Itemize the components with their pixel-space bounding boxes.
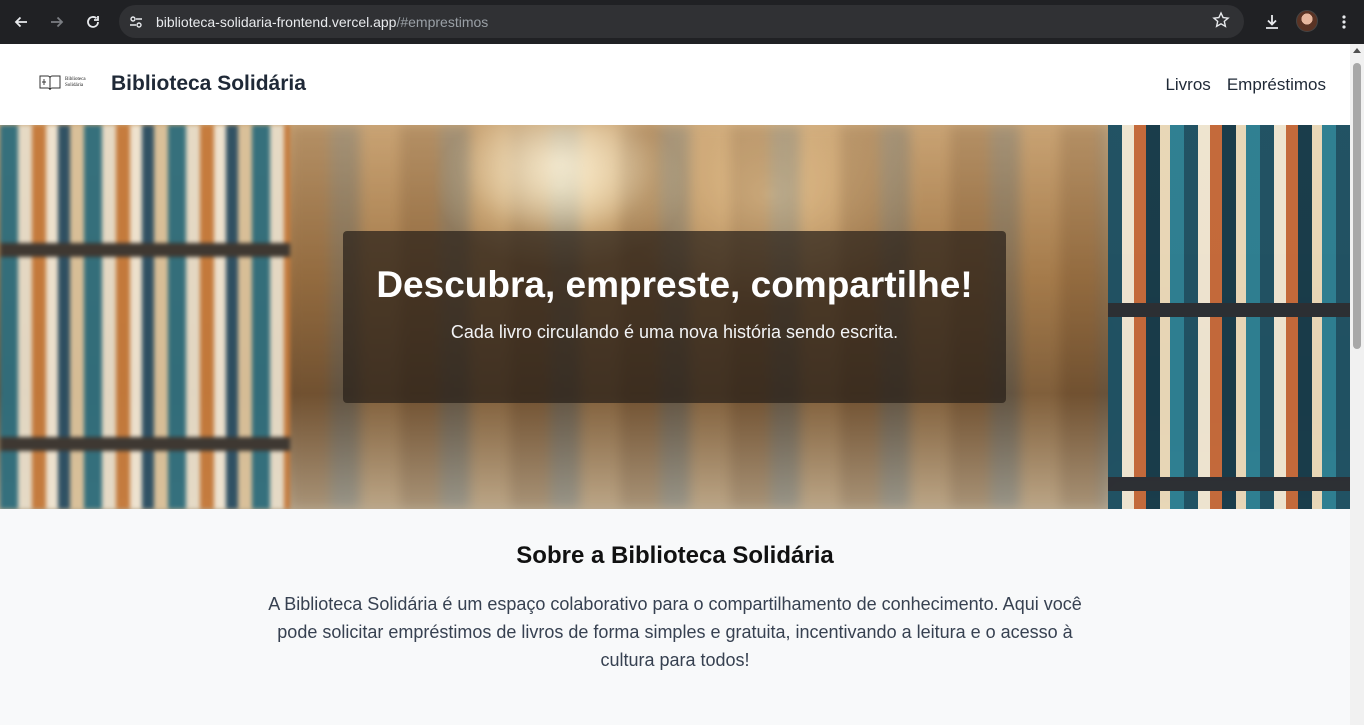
bookshelf-right-image <box>1108 125 1350 509</box>
about-text: A Biblioteca Solidária é um espaço colab… <box>268 594 1082 670</box>
main-nav: Livros Empréstimos <box>1165 75 1326 95</box>
scroll-up-arrow-icon[interactable] <box>1353 48 1361 53</box>
logo-text-line2: Solidária <box>65 83 84 88</box>
hero-overlay-box: Descubra, empreste, compartilhe! Cada li… <box>343 231 1006 403</box>
forward-arrow-icon[interactable] <box>43 8 71 36</box>
page-scrollbar[interactable] <box>1350 44 1364 725</box>
url-text: biblioteca-solidaria-frontend.vercel.app… <box>156 14 488 30</box>
open-book-icon <box>39 75 61 91</box>
kebab-menu-icon[interactable] <box>1330 8 1358 36</box>
address-bar[interactable]: biblioteca-solidaria-frontend.vercel.app… <box>119 5 1244 38</box>
logo-text: Biblioteca Solidária <box>65 77 86 89</box>
page-viewport: Biblioteca Solidária Biblioteca Solidári… <box>0 44 1350 725</box>
site-header: Biblioteca Solidária Biblioteca Solidári… <box>0 44 1350 125</box>
site-info-icon[interactable] <box>125 11 147 33</box>
bookshelf-left-image <box>0 125 290 509</box>
scrollbar-thumb[interactable] <box>1353 63 1361 349</box>
browser-toolbar: biblioteca-solidaria-frontend.vercel.app… <box>0 0 1364 44</box>
nav-link-livros[interactable]: Livros <box>1165 75 1210 95</box>
reload-icon[interactable] <box>79 8 107 36</box>
about-section: Sobre a Biblioteca Solidária A Bibliotec… <box>0 509 1350 725</box>
nav-link-emprestimos[interactable]: Empréstimos <box>1227 75 1326 95</box>
profile-avatar[interactable] <box>1296 10 1318 32</box>
back-arrow-icon[interactable] <box>7 8 35 36</box>
url-host: biblioteca-solidaria-frontend.vercel.app <box>156 13 397 30</box>
hero-subtitle: Cada livro circulando é uma nova históri… <box>450 322 899 342</box>
site-brand[interactable]: Biblioteca Solidária <box>111 72 306 96</box>
star-icon[interactable] <box>1212 11 1230 34</box>
about-title: Sobre a Biblioteca Solidária <box>516 542 834 569</box>
url-path: /#emprestimos <box>396 13 489 30</box>
hero-title: Descubra, empreste, compartilhe! <box>376 264 973 305</box>
download-icon[interactable] <box>1258 8 1286 36</box>
hero-banner: Descubra, empreste, compartilhe! Cada li… <box>0 125 1350 509</box>
site-logo[interactable]: Biblioteca Solidária <box>38 73 90 93</box>
